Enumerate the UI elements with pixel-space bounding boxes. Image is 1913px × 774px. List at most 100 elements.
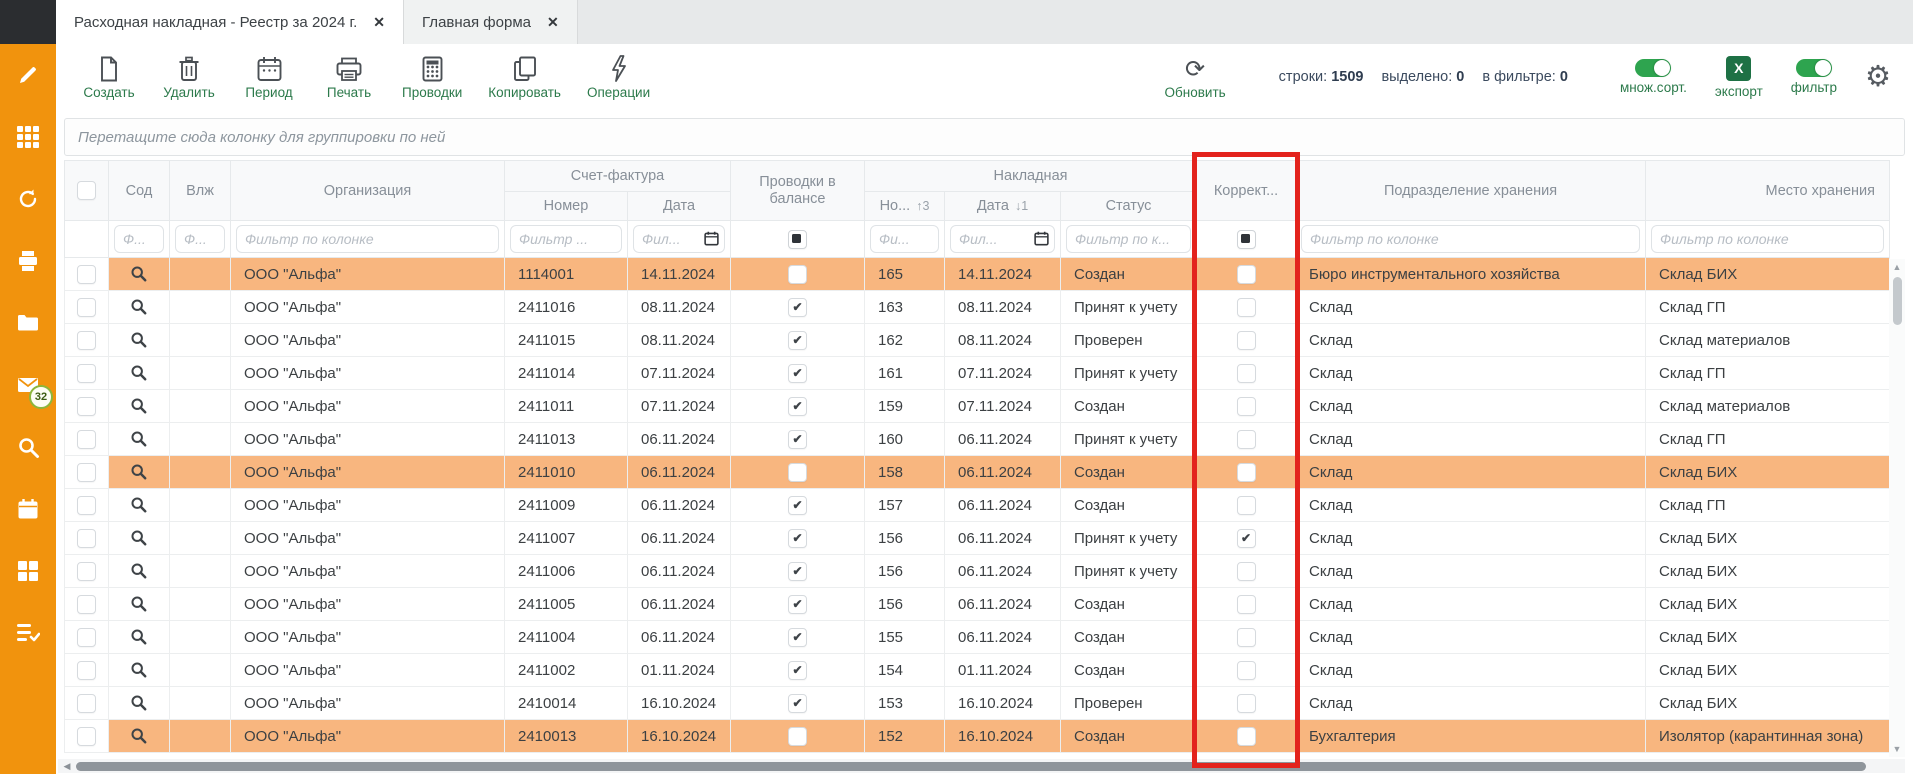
refresh-button[interactable]: ⟳ Обновить xyxy=(1165,55,1226,100)
row-select-checkbox[interactable] xyxy=(77,265,96,284)
correction-checkbox[interactable] xyxy=(1237,529,1256,548)
row-select-checkbox[interactable] xyxy=(77,562,96,581)
magnifier-icon[interactable] xyxy=(130,265,148,283)
posted-checkbox[interactable] xyxy=(788,562,807,581)
row-select-checkbox[interactable] xyxy=(77,595,96,614)
correction-checkbox[interactable] xyxy=(1237,727,1256,746)
magnifier-icon[interactable] xyxy=(130,529,148,547)
magnifier-icon[interactable] xyxy=(130,496,148,514)
row-select-checkbox[interactable] xyxy=(77,661,96,680)
table-row[interactable]: ООО "Альфа"111400114.11.202416514.11.202… xyxy=(65,258,1890,291)
row-select-checkbox[interactable] xyxy=(77,331,96,350)
table-row[interactable]: ООО "Альфа"241100406.11.202415506.11.202… xyxy=(65,621,1890,654)
correction-checkbox[interactable] xyxy=(1237,595,1256,614)
magnifier-icon[interactable] xyxy=(130,694,148,712)
lightning-button[interactable]: Операции xyxy=(587,55,650,100)
sod-filter-input[interactable] xyxy=(114,225,164,253)
number-filter-input[interactable] xyxy=(870,225,939,253)
column-header-date[interactable]: Дата↓1 xyxy=(945,192,1061,221)
correction-checkbox[interactable] xyxy=(1237,331,1256,350)
table-row[interactable]: ООО "Альфа"241001316.10.202415216.10.202… xyxy=(65,720,1890,753)
column-header-invoice-date[interactable]: Дата xyxy=(628,192,731,221)
copy-button[interactable]: Копировать xyxy=(488,55,561,100)
table-row[interactable]: ООО "Альфа"241100606.11.202415606.11.202… xyxy=(65,555,1890,588)
vertical-scrollbar[interactable]: ▲ ▼ xyxy=(1889,259,1905,757)
organization-filter-input[interactable] xyxy=(236,225,499,253)
magnifier-icon[interactable] xyxy=(130,298,148,316)
new-document-button[interactable]: Создать xyxy=(82,55,136,100)
table-row[interactable]: ООО "Альфа"241001416.10.202415316.10.202… xyxy=(65,687,1890,720)
posted-checkbox[interactable] xyxy=(788,265,807,284)
select-all-header[interactable] xyxy=(65,161,109,221)
horizontal-scrollbar[interactable]: ◀ xyxy=(58,759,1905,773)
table-row[interactable]: ООО "Альфа"241101107.11.202415907.11.202… xyxy=(65,390,1890,423)
horizontal-scroll-thumb[interactable] xyxy=(76,762,1866,771)
sidebar-item-search[interactable] xyxy=(0,416,56,478)
filter-toggle[interactable]: фильтр xyxy=(1791,59,1837,95)
scroll-left-icon[interactable]: ◀ xyxy=(58,761,76,772)
table-row[interactable]: ООО "Альфа"241100706.11.202415606.11.202… xyxy=(65,522,1890,555)
table-row[interactable]: ООО "Альфа"241101306.11.202416006.11.202… xyxy=(65,423,1890,456)
row-select-checkbox[interactable] xyxy=(77,397,96,416)
posted-checkbox[interactable] xyxy=(788,529,807,548)
correction-checkbox[interactable] xyxy=(1237,562,1256,581)
department-filter-input[interactable] xyxy=(1301,225,1640,253)
magnifier-icon[interactable] xyxy=(130,397,148,415)
column-header-posted[interactable]: Проводки в балансе xyxy=(731,161,865,221)
correction-checkbox[interactable] xyxy=(1237,496,1256,515)
table-row[interactable]: ООО "Альфа"241101006.11.202415806.11.202… xyxy=(65,456,1890,489)
date-filter-input[interactable] xyxy=(950,225,1055,253)
trash-button[interactable]: Удалить xyxy=(162,55,216,100)
row-select-checkbox[interactable] xyxy=(77,727,96,746)
row-select-checkbox[interactable] xyxy=(77,628,96,647)
table-row[interactable]: ООО "Альфа"241101608.11.202416308.11.202… xyxy=(65,291,1890,324)
posted-checkbox[interactable] xyxy=(788,397,807,416)
posted-checkbox[interactable] xyxy=(788,694,807,713)
correction-checkbox[interactable] xyxy=(1237,463,1256,482)
posted-checkbox[interactable] xyxy=(788,463,807,482)
magnifier-icon[interactable] xyxy=(130,331,148,349)
posted-checkbox[interactable] xyxy=(788,298,807,317)
magnifier-icon[interactable] xyxy=(130,628,148,646)
posted-checkbox[interactable] xyxy=(788,496,807,515)
column-header-status[interactable]: Статус xyxy=(1061,192,1197,221)
table-row[interactable]: ООО "Альфа"241101407.11.202416107.11.202… xyxy=(65,357,1890,390)
column-header-location[interactable]: Место хранения xyxy=(1646,161,1890,221)
correction-checkbox[interactable] xyxy=(1237,397,1256,416)
table-row[interactable]: ООО "Альфа"241100201.11.202415401.11.202… xyxy=(65,654,1890,687)
posted-checkbox[interactable] xyxy=(788,331,807,350)
magnifier-icon[interactable] xyxy=(130,463,148,481)
status-filter-input[interactable] xyxy=(1066,225,1191,253)
magnifier-icon[interactable] xyxy=(130,562,148,580)
select-all-checkbox[interactable] xyxy=(77,181,96,200)
posted-checkbox[interactable] xyxy=(788,628,807,647)
row-select-checkbox[interactable] xyxy=(77,298,96,317)
table-row[interactable]: ООО "Альфа"241101508.11.202416208.11.202… xyxy=(65,324,1890,357)
row-select-checkbox[interactable] xyxy=(77,694,96,713)
gear-icon[interactable]: ⚙ xyxy=(1865,63,1891,92)
vertical-scroll-thumb[interactable] xyxy=(1893,277,1902,325)
location-filter-input[interactable] xyxy=(1651,225,1884,253)
column-header-department[interactable]: Подразделение хранения xyxy=(1296,161,1646,221)
correction-checkbox[interactable] xyxy=(1237,298,1256,317)
correction-checkbox[interactable] xyxy=(1237,364,1256,383)
magnifier-icon[interactable] xyxy=(130,661,148,679)
correction-checkbox[interactable] xyxy=(1237,628,1256,647)
correction-checkbox[interactable] xyxy=(1237,430,1256,449)
tab-main-form[interactable]: Главная форма ✕ xyxy=(403,0,578,44)
invoice-date-filter-input[interactable] xyxy=(633,225,725,253)
column-header-invoice-number[interactable]: Номер xyxy=(505,192,628,221)
calculator-button[interactable]: Проводки xyxy=(402,55,462,100)
close-icon[interactable]: ✕ xyxy=(547,14,559,31)
row-select-checkbox[interactable] xyxy=(77,364,96,383)
column-header-number[interactable]: Но...↑3 xyxy=(865,192,945,221)
export-excel-button[interactable]: X экспорт xyxy=(1715,56,1763,99)
row-select-checkbox[interactable] xyxy=(77,463,96,482)
sidebar-item-tasks-checklist[interactable] xyxy=(0,602,56,664)
scroll-down-icon[interactable]: ▼ xyxy=(1889,741,1905,757)
posted-checkbox[interactable] xyxy=(788,595,807,614)
sidebar-item-calendar[interactable] xyxy=(0,478,56,540)
row-select-checkbox[interactable] xyxy=(77,529,96,548)
magnifier-icon[interactable] xyxy=(130,430,148,448)
column-header-vlzh[interactable]: Влж xyxy=(170,161,231,221)
